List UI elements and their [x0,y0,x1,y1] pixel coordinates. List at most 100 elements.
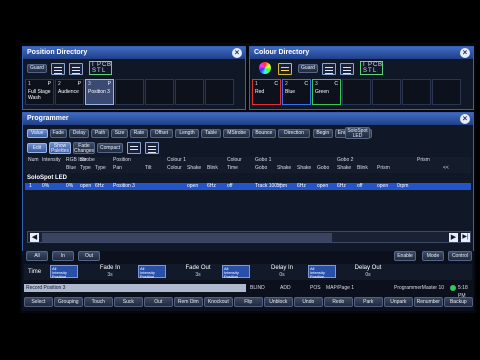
colour-palette-empty[interactable] [342,79,371,105]
knockout-button[interactable]: Knockout [204,297,233,307]
options-icon[interactable] [145,142,159,154]
status-page: MAP/Page 1 [326,285,355,291]
header-row-2: Blue Type Type Pan Tilt Colour Shake Blink Time G… [25,165,460,172]
fade-out-fader[interactable]: All Intensity Position Fade Out 3s [138,265,228,279]
tab-mstrobe[interactable]: MStrobe [223,129,250,138]
in-button[interactable]: In [52,251,74,261]
guard-button[interactable]: Guard [298,64,318,73]
tab-path[interactable]: Path [91,129,109,138]
column-subheader: Shake [337,165,352,171]
column-subheader: Blink [207,165,218,171]
column-header: Position [113,157,131,163]
unblock-button[interactable]: Unblock [264,297,293,307]
position-palette-empty[interactable] [175,79,204,105]
tab-direction[interactable]: Direction [277,129,311,138]
tab-size[interactable]: Size [110,129,129,138]
column-header: Colour [227,157,242,163]
palette-mask-box[interactable]: I P C B S T L [89,61,112,75]
tab-fade[interactable]: Fade [49,129,67,138]
table-cell: open [80,183,92,189]
backup-button[interactable]: Backup [444,297,473,307]
column-headers: Num Intensity RGB Inte Strobe Position Colour… [25,157,471,173]
solospot-led-button[interactable]: SoloSpot LED [345,127,370,139]
table-cell: 6Hz [95,183,104,189]
fade-changes-button[interactable]: Fade Changes [73,142,95,154]
position-palette-empty[interactable] [205,79,234,105]
close-icon[interactable]: × [232,48,242,58]
scroll-left-icon[interactable]: ◀ [30,233,39,242]
compact-button[interactable]: Compact [97,143,123,153]
colour-palette-empty[interactable] [432,79,461,105]
out-button[interactable]: Out [144,297,173,307]
grouping-button[interactable]: Grouping [54,297,83,307]
position-palette-1[interactable]: 1 P Full Stage Wash [25,79,54,105]
undo-button[interactable]: Undo [294,297,323,307]
suck-button[interactable]: Suck [114,297,143,307]
gel-icon[interactable] [278,63,292,75]
tab-begin[interactable]: Begin [312,129,333,138]
table-row[interactable]: 1 0% 0% open 6Hz Position 3 open 6Hz off Track 10… [25,183,471,190]
flip-button[interactable]: Flip [234,297,263,307]
scroll-right-icon[interactable]: ▶ [449,233,458,242]
edit-button[interactable]: Edit [27,143,47,153]
renumber-button[interactable]: Renumber [414,297,443,307]
select-button[interactable]: Select [24,297,53,307]
tab-offset[interactable]: Offset [149,129,174,138]
palette-mask-box[interactable]: I P C B S T L [360,61,383,75]
colour-palette-empty[interactable] [372,79,401,105]
position-palette-empty[interactable] [145,79,174,105]
delay-in-fader[interactable]: All Intensity Position Delay In 0s [222,265,312,279]
grid-view-icon[interactable] [51,63,65,75]
close-icon[interactable]: × [460,48,470,58]
position-palette-2[interactable]: 2 P Audience [55,79,84,105]
status-bar: Record Position 3 BLIND ADD POS MAP/Page… [22,284,474,299]
command-line[interactable]: Record Position 3 [24,284,246,292]
delay-out-fader[interactable]: All Intensity Position Delay Out 0s [308,265,398,279]
control-button[interactable]: Control [448,251,472,261]
column-header: Strobe [80,157,95,163]
column-subheader: Time [227,165,238,171]
tab-bounce[interactable]: Bounce [252,129,276,138]
position-palette-3[interactable]: 3 P Position 3 [85,79,114,105]
column-subheader: Gobo [317,165,330,171]
column-header: Prism [417,157,430,163]
colour-palette-green[interactable]: 3 C Green [312,79,341,105]
tab-rate[interactable]: Rate [130,129,148,138]
list-view-icon[interactable] [69,63,83,75]
table-cell: Track 100 rpm [255,183,288,189]
column-subheader: Shake [187,165,202,171]
grid-view-icon[interactable] [322,63,336,75]
show-palettes-button[interactable]: Show Palettes [49,142,71,154]
screen: Position Directory × Guard I P C B S T L… [20,43,476,313]
scroll-end-icon[interactable]: ▶| [461,233,470,242]
guard-button[interactable]: Guard [27,64,47,73]
status-add: ADD [280,285,291,291]
park-button[interactable]: Park [354,297,383,307]
all-button[interactable]: All [26,251,48,261]
fade-in-fader[interactable]: All Intensity Position Fade In 3s [50,265,140,279]
table-cell: open [187,183,199,189]
colour-palette-empty[interactable] [402,79,431,105]
horizontal-scrollbar[interactable]: ◀ ▶ ▶| [27,231,471,243]
mode-button[interactable]: Mode [422,251,444,261]
rem-dim-button[interactable]: Rem Dim [174,297,203,307]
colour-palette-blue[interactable]: 2 C Blue [282,79,311,105]
table-cell: 0% [66,183,74,189]
tab-delay[interactable]: Delay [68,129,90,138]
list-view-icon[interactable] [340,63,354,75]
position-palette-empty[interactable] [115,79,144,105]
scrollbar-thumb[interactable] [42,233,332,242]
colour-palette-red[interactable]: 1 C Red [252,79,281,105]
close-icon[interactable]: × [460,114,470,124]
out-button[interactable]: Out [78,251,100,261]
enable-button[interactable]: Enable [394,251,416,261]
tab-value[interactable]: Value [27,129,48,138]
touch-button[interactable]: Touch [84,297,113,307]
colour-picker-icon[interactable] [259,62,271,74]
print-icon[interactable] [127,142,141,154]
redo-button[interactable]: Redo [324,297,353,307]
header-row-1: Num Intensity RGB Inte Strobe Position Colour… [25,157,460,164]
unpark-button[interactable]: Unpark [384,297,413,307]
tab-length[interactable]: Length [175,129,199,138]
tab-table[interactable]: Table [200,129,222,138]
